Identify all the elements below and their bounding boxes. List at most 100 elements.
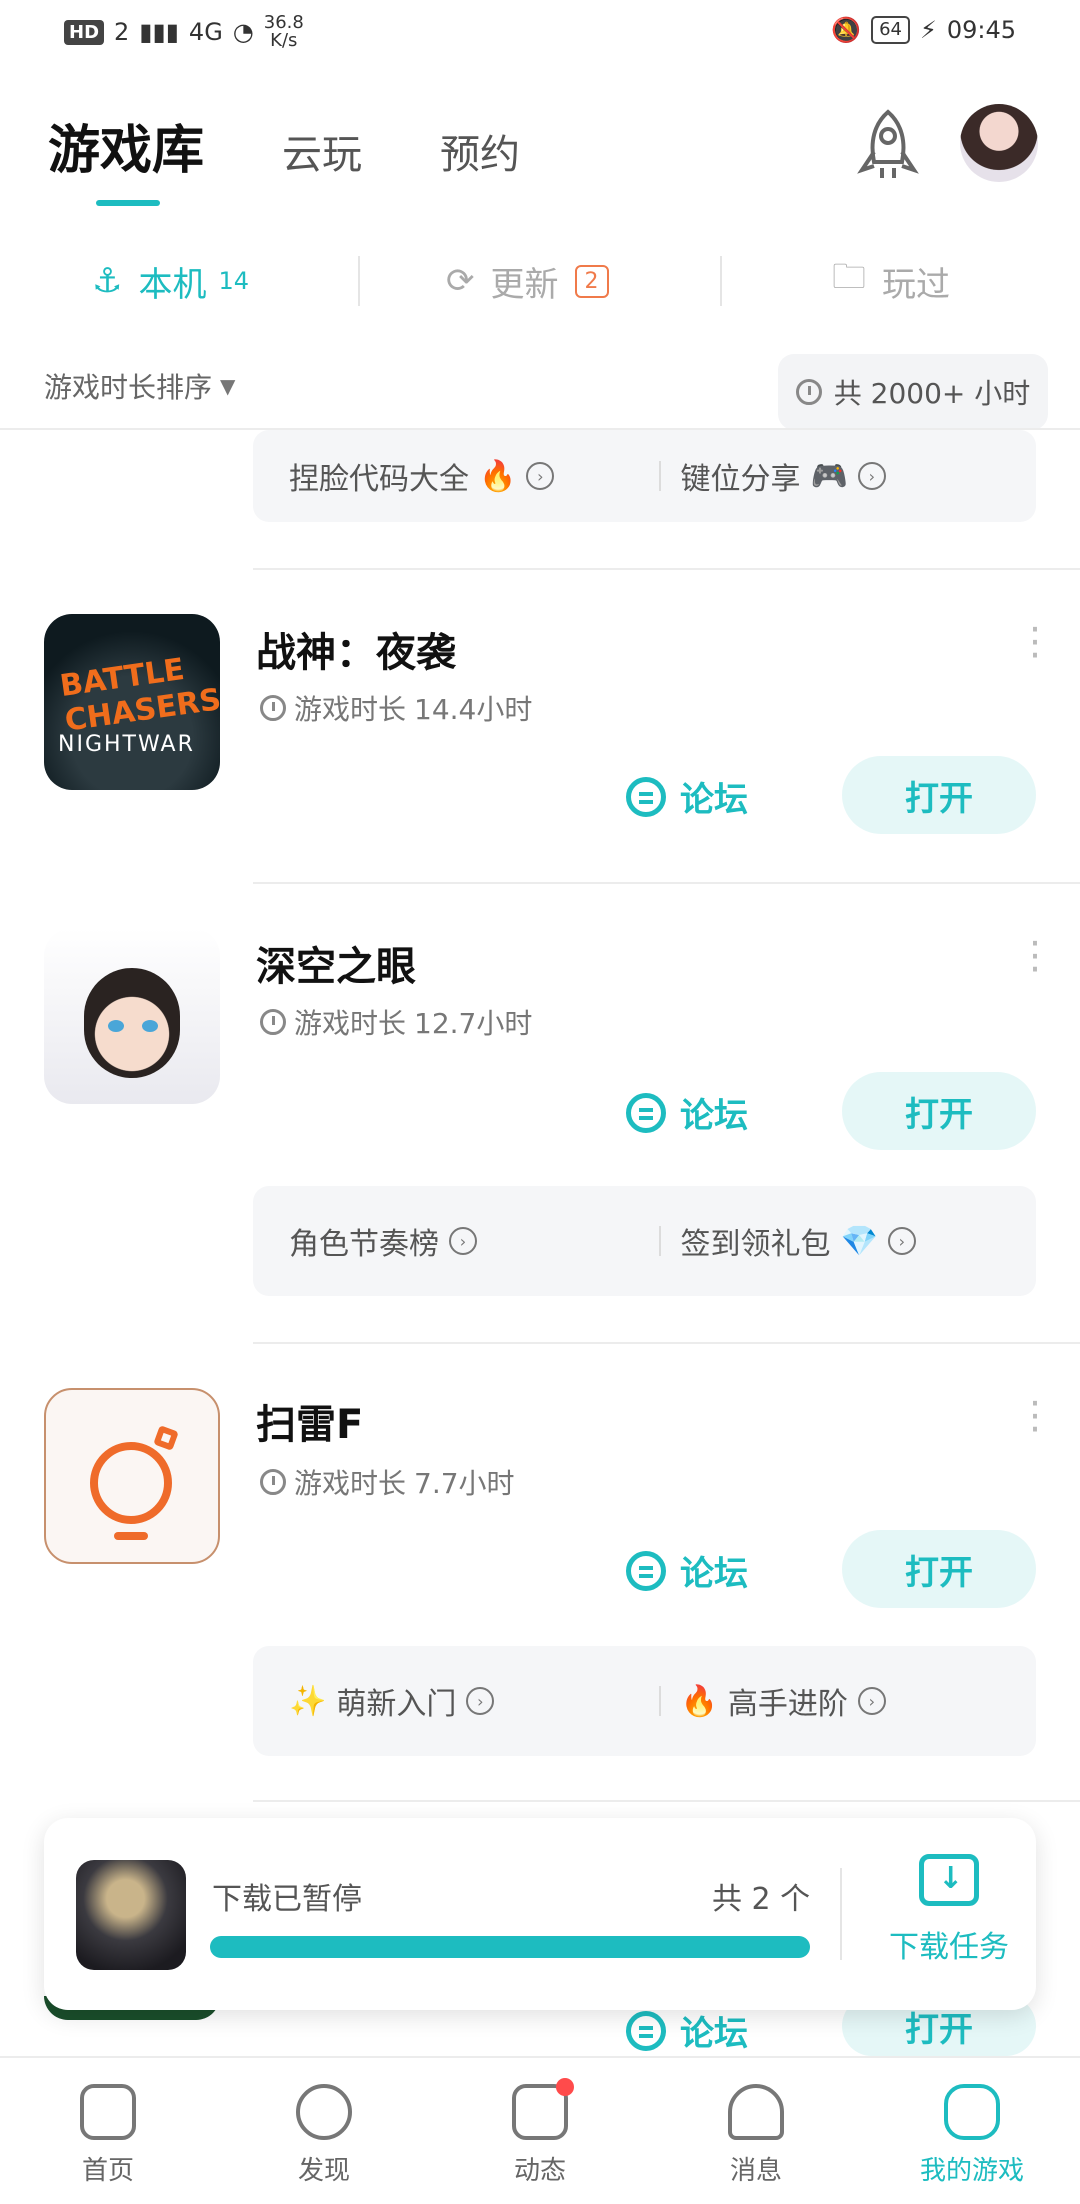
tab-reservation[interactable]: 预约 <box>440 122 520 180</box>
nav-activity[interactable]: 动态 <box>460 2078 620 2187</box>
character-eye <box>108 1020 124 1032</box>
game-title[interactable]: 战神：夜袭 <box>256 620 456 678</box>
shortcut-label: 角色节奏榜 <box>289 1227 439 1262</box>
card-divider <box>659 1226 661 1256</box>
sort-label: 游戏时长排序 <box>44 371 213 404</box>
shortcut-face-codes[interactable]: 捏脸代码大全 🔥 › <box>253 454 645 498</box>
download-task-button[interactable]: 下载任务 <box>874 1854 1024 1966</box>
forum-label: 论坛 <box>680 2014 748 2054</box>
game-icon-battle-chasers[interactable]: BATTLE CHASERS NIGHTWAR <box>44 614 220 790</box>
game-playtime: 游戏时长 12.7小时 <box>260 1002 532 1042</box>
shortcut-label: 键位分享 <box>680 462 801 497</box>
playtime-value: 14.4小时 <box>414 693 533 726</box>
forum-label: 论坛 <box>680 780 748 820</box>
download-divider <box>840 1868 842 1960</box>
tab-local-label: 本机 <box>138 264 207 305</box>
game-icon-aether-gazer[interactable] <box>44 928 220 1104</box>
playtime-value: 7.7小时 <box>414 1467 515 1500</box>
shortcut-beginner[interactable]: ✨ 萌新入门 › <box>253 1679 645 1723</box>
shortcut-checkin-gift[interactable]: 签到领礼包 💎 › <box>645 1219 1037 1263</box>
logo-text: BATTLE CHASERS <box>57 651 220 739</box>
download-task-label: 下载任务 <box>889 1930 1009 1965</box>
tab-divider <box>358 256 360 306</box>
chevron-right-icon: › <box>466 1687 495 1715</box>
signal-icon: ▮▮▮ <box>139 18 179 46</box>
shortcut-label: 高手进阶 <box>727 1687 848 1722</box>
game-title[interactable]: 扫雷F <box>256 1392 363 1450</box>
chat-icon <box>626 2010 666 2051</box>
update-count-badge: 2 <box>574 264 609 298</box>
user-avatar[interactable] <box>960 104 1038 182</box>
total-playtime: 共 2000+ 小时 <box>778 354 1048 430</box>
tab-game-library[interactable]: 游戏库 <box>48 108 204 183</box>
open-button[interactable]: 打开 <box>842 1530 1036 1608</box>
nav-discover[interactable]: 发现 <box>244 2084 404 2187</box>
stopwatch-icon <box>260 1469 286 1495</box>
nav-label: 发现 <box>297 2156 350 2186</box>
mute-icon: 🔕 <box>831 16 862 44</box>
gamepad-icon <box>944 2084 1000 2140</box>
wifi-icon: ◔ <box>232 18 254 46</box>
sort-dropdown[interactable]: 游戏时长排序 ▼ <box>44 366 235 406</box>
shortcut-label: 萌新入门 <box>336 1687 457 1722</box>
card-divider <box>659 1686 661 1716</box>
rocket-icon[interactable] <box>856 108 920 184</box>
section-divider <box>253 1800 1080 1802</box>
chevron-right-icon: › <box>449 1227 477 1255</box>
nav-label: 动态 <box>513 2156 566 2186</box>
playtime-label: 游戏时长 <box>294 1467 407 1500</box>
chat-icon <box>626 1092 666 1133</box>
forum-button[interactable]: 论坛 <box>626 2006 748 2055</box>
bomb-base <box>114 1532 148 1540</box>
bomb-shape <box>90 1442 172 1524</box>
total-playtime-text: 共 2000+ 小时 <box>833 377 1031 410</box>
game-playtime: 游戏时长 14.4小时 <box>260 688 532 728</box>
game-title[interactable]: 深空之眼 <box>256 934 416 992</box>
shortcut-label: 捏脸代码大全 <box>289 462 469 497</box>
battery-indicator: 64 <box>871 16 910 44</box>
more-options-icon[interactable]: ⋮ <box>1016 936 1054 974</box>
playtime-label: 游戏时长 <box>294 693 407 726</box>
open-button[interactable]: 打开 <box>842 1072 1036 1150</box>
shortcut-character-rank[interactable]: 角色节奏榜 › <box>253 1219 645 1263</box>
tab-played[interactable]: 🗀 玩过 <box>832 250 950 312</box>
download-count: 共 2 个 <box>712 1882 811 1917</box>
diamond-icon: 💎 <box>840 1223 878 1259</box>
tab-cloud-play[interactable]: 云玩 <box>282 122 362 180</box>
shortcut-advanced[interactable]: 🔥 高手进阶 › <box>645 1679 1037 1723</box>
game-icon-minesweeper[interactable] <box>44 1388 220 1564</box>
hd-indicator: HD <box>64 19 105 45</box>
notification-dot <box>556 2078 574 2096</box>
open-button[interactable]: 打开 <box>842 756 1036 834</box>
tab-update-label: 更新 <box>490 264 559 305</box>
tab-update[interactable]: ⟳ 更新 2 <box>446 250 609 312</box>
nav-home[interactable]: 首页 <box>28 2084 188 2187</box>
nav-label: 消息 <box>729 2156 782 2186</box>
caret-down-icon: ▼ <box>220 374 236 398</box>
shortcut-card: 角色节奏榜 › 签到领礼包 💎 › <box>253 1186 1036 1296</box>
shortcut-key-share[interactable]: 键位分享 🎮 › <box>645 454 1037 498</box>
nav-my-games[interactable]: 我的游戏 <box>892 2084 1052 2187</box>
download-panel[interactable]: 下载已暂停 共 2 个 下载任务 <box>44 1818 1036 2010</box>
tab-local[interactable]: ⚓ 本机 14 <box>92 250 249 312</box>
logo-text: NIGHTWAR <box>58 732 195 757</box>
tab-played-label: 玩过 <box>882 264 950 305</box>
more-options-icon[interactable]: ⋮ <box>1016 1396 1054 1434</box>
refresh-icon: ⟳ <box>446 261 475 301</box>
section-divider <box>253 882 1080 884</box>
more-options-icon[interactable]: ⋮ <box>1016 622 1054 660</box>
section-divider <box>253 568 1080 570</box>
sim-indicator: 2 <box>114 18 130 46</box>
forum-button[interactable]: 论坛 <box>626 772 748 821</box>
clock: 09:45 <box>946 16 1016 44</box>
nav-messages[interactable]: 消息 <box>676 2084 836 2187</box>
forum-button[interactable]: 论坛 <box>626 1088 748 1137</box>
home-icon <box>80 2084 136 2140</box>
network-type: 4G <box>188 18 223 46</box>
fire-icon: 🔥 <box>680 1683 718 1719</box>
stopwatch-icon <box>260 695 286 721</box>
character-face <box>84 968 180 1078</box>
playtime-label: 游戏时长 <box>294 1007 407 1040</box>
forum-button[interactable]: 论坛 <box>626 1546 748 1595</box>
tab-divider <box>720 256 722 306</box>
